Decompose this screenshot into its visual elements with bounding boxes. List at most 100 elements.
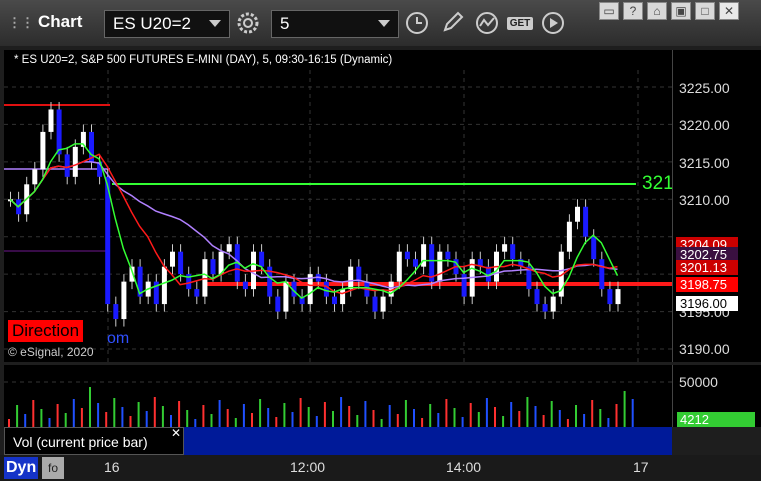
volume-bar	[251, 413, 253, 427]
candle-body	[64, 154, 70, 177]
volume-bar	[307, 407, 310, 427]
candle-body	[445, 251, 451, 260]
volume-bar	[97, 403, 100, 427]
volume-bar	[542, 415, 545, 427]
volume-bar	[502, 416, 505, 427]
volume-bar	[566, 419, 569, 427]
maximize-icon[interactable]: □	[695, 2, 715, 20]
candle-body	[591, 236, 597, 260]
candle-body	[566, 221, 572, 252]
volume-bar	[453, 408, 456, 427]
candle-body	[283, 281, 289, 312]
close-icon[interactable]: ✕	[719, 2, 739, 20]
volume-bar	[105, 412, 108, 427]
grip-icon[interactable]: ⋮⋮	[8, 15, 34, 30]
volume-bar	[291, 412, 294, 427]
volume-bar	[607, 418, 610, 427]
volume-scale-label: 50000	[679, 374, 718, 390]
candle-body	[356, 266, 362, 282]
time-label: 16	[104, 459, 120, 475]
candle-body	[40, 131, 46, 170]
volume-header-bar	[184, 427, 672, 455]
volume-bar	[323, 402, 326, 427]
candle-body	[178, 251, 184, 275]
settings-gear-icon[interactable]	[233, 10, 263, 38]
volume-bar	[421, 418, 424, 427]
candle-body	[502, 244, 508, 252]
volume-bar	[226, 409, 229, 427]
chevron-down-icon	[378, 20, 390, 27]
volume-bar	[56, 404, 59, 427]
volume-bar	[153, 397, 156, 427]
interval-value: 5	[280, 14, 290, 33]
volume-panel[interactable]	[4, 365, 672, 427]
volume-bar	[461, 417, 464, 427]
volume-bar	[72, 399, 75, 427]
candle-body	[32, 169, 38, 185]
play-icon[interactable]	[538, 10, 568, 38]
price-label: 3210.00	[679, 192, 730, 208]
volume-bar	[583, 414, 586, 427]
volume-bar	[275, 417, 278, 427]
link-icon[interactable]: ⌂	[647, 2, 667, 20]
candle-body	[194, 289, 200, 297]
pencil-icon[interactable]	[438, 10, 468, 38]
volume-bar	[469, 403, 472, 427]
dock-icon[interactable]: ▣	[671, 2, 691, 20]
direction-label: Direction	[8, 320, 84, 342]
volume-bar	[32, 400, 35, 427]
price-tag-level: 3198.75	[676, 277, 738, 292]
time-label: 12:00	[290, 459, 326, 475]
axis-corner	[672, 427, 761, 455]
volume-bar	[477, 412, 480, 427]
candle-body	[56, 109, 62, 155]
candle-body	[413, 259, 418, 267]
symbol-select[interactable]: ES U20=2	[104, 10, 230, 38]
minimize-icon[interactable]: ▭	[599, 2, 619, 20]
volume-bar	[113, 398, 116, 427]
interval-select[interactable]: 5	[271, 10, 399, 38]
candle-body	[534, 289, 540, 305]
price-axis[interactable]: 3225.00 3220.00 3215.00 3210.00 3195.00 …	[672, 50, 761, 362]
volume-bar	[388, 405, 391, 427]
volume-bar	[24, 414, 27, 427]
close-icon[interactable]: ✕	[171, 426, 181, 440]
candle-body	[615, 289, 621, 305]
zoom-reset-icon[interactable]: fo	[42, 457, 64, 479]
candle-body	[242, 281, 248, 290]
volume-bar	[340, 397, 343, 427]
volume-bar	[429, 404, 432, 427]
app-title-text: Chart	[38, 12, 83, 31]
dynamic-mode-badge[interactable]: Dyn	[4, 457, 39, 479]
get-button[interactable]: GET	[505, 10, 535, 38]
volume-bar	[510, 402, 513, 427]
volume-bar	[145, 411, 148, 427]
volume-bar	[89, 387, 91, 427]
volume-bar	[396, 414, 399, 427]
candle-body	[48, 109, 54, 132]
volume-panel-label: Vol (current price bar) ✕	[4, 426, 184, 455]
price-chart-canvas	[4, 70, 672, 362]
volume-bar	[64, 413, 67, 427]
volume-bar	[8, 419, 10, 427]
toolbar: ⋮⋮ Chart ES U20=2 5 GET ▭ ? ⌂ ▣ □ ✕	[0, 0, 761, 46]
price-label: 3215.00	[679, 155, 730, 171]
volume-bar	[445, 399, 448, 427]
study-icon[interactable]	[472, 10, 502, 38]
time-label: 14:00	[446, 459, 482, 475]
candle-body	[583, 206, 589, 237]
volume-bar	[299, 398, 302, 427]
volume-bar	[332, 411, 334, 427]
volume-bar	[210, 414, 213, 427]
price-chart[interactable]: * ES U20=2, S&P 500 FUTURES E-MINI (DAY)…	[4, 50, 672, 362]
volume-axis[interactable]: 50000 4212	[672, 365, 761, 427]
volume-bar	[315, 416, 318, 427]
time-axis[interactable]: Dyn fo 16 12:00 14:00 17	[0, 455, 761, 481]
candle-body	[113, 304, 119, 320]
volume-bar	[615, 404, 618, 427]
time-label: 17	[633, 459, 649, 475]
restore-icon[interactable]: ?	[623, 2, 643, 20]
candle-body	[210, 259, 216, 275]
clock-icon[interactable]	[402, 10, 432, 38]
volume-bar	[364, 401, 367, 427]
